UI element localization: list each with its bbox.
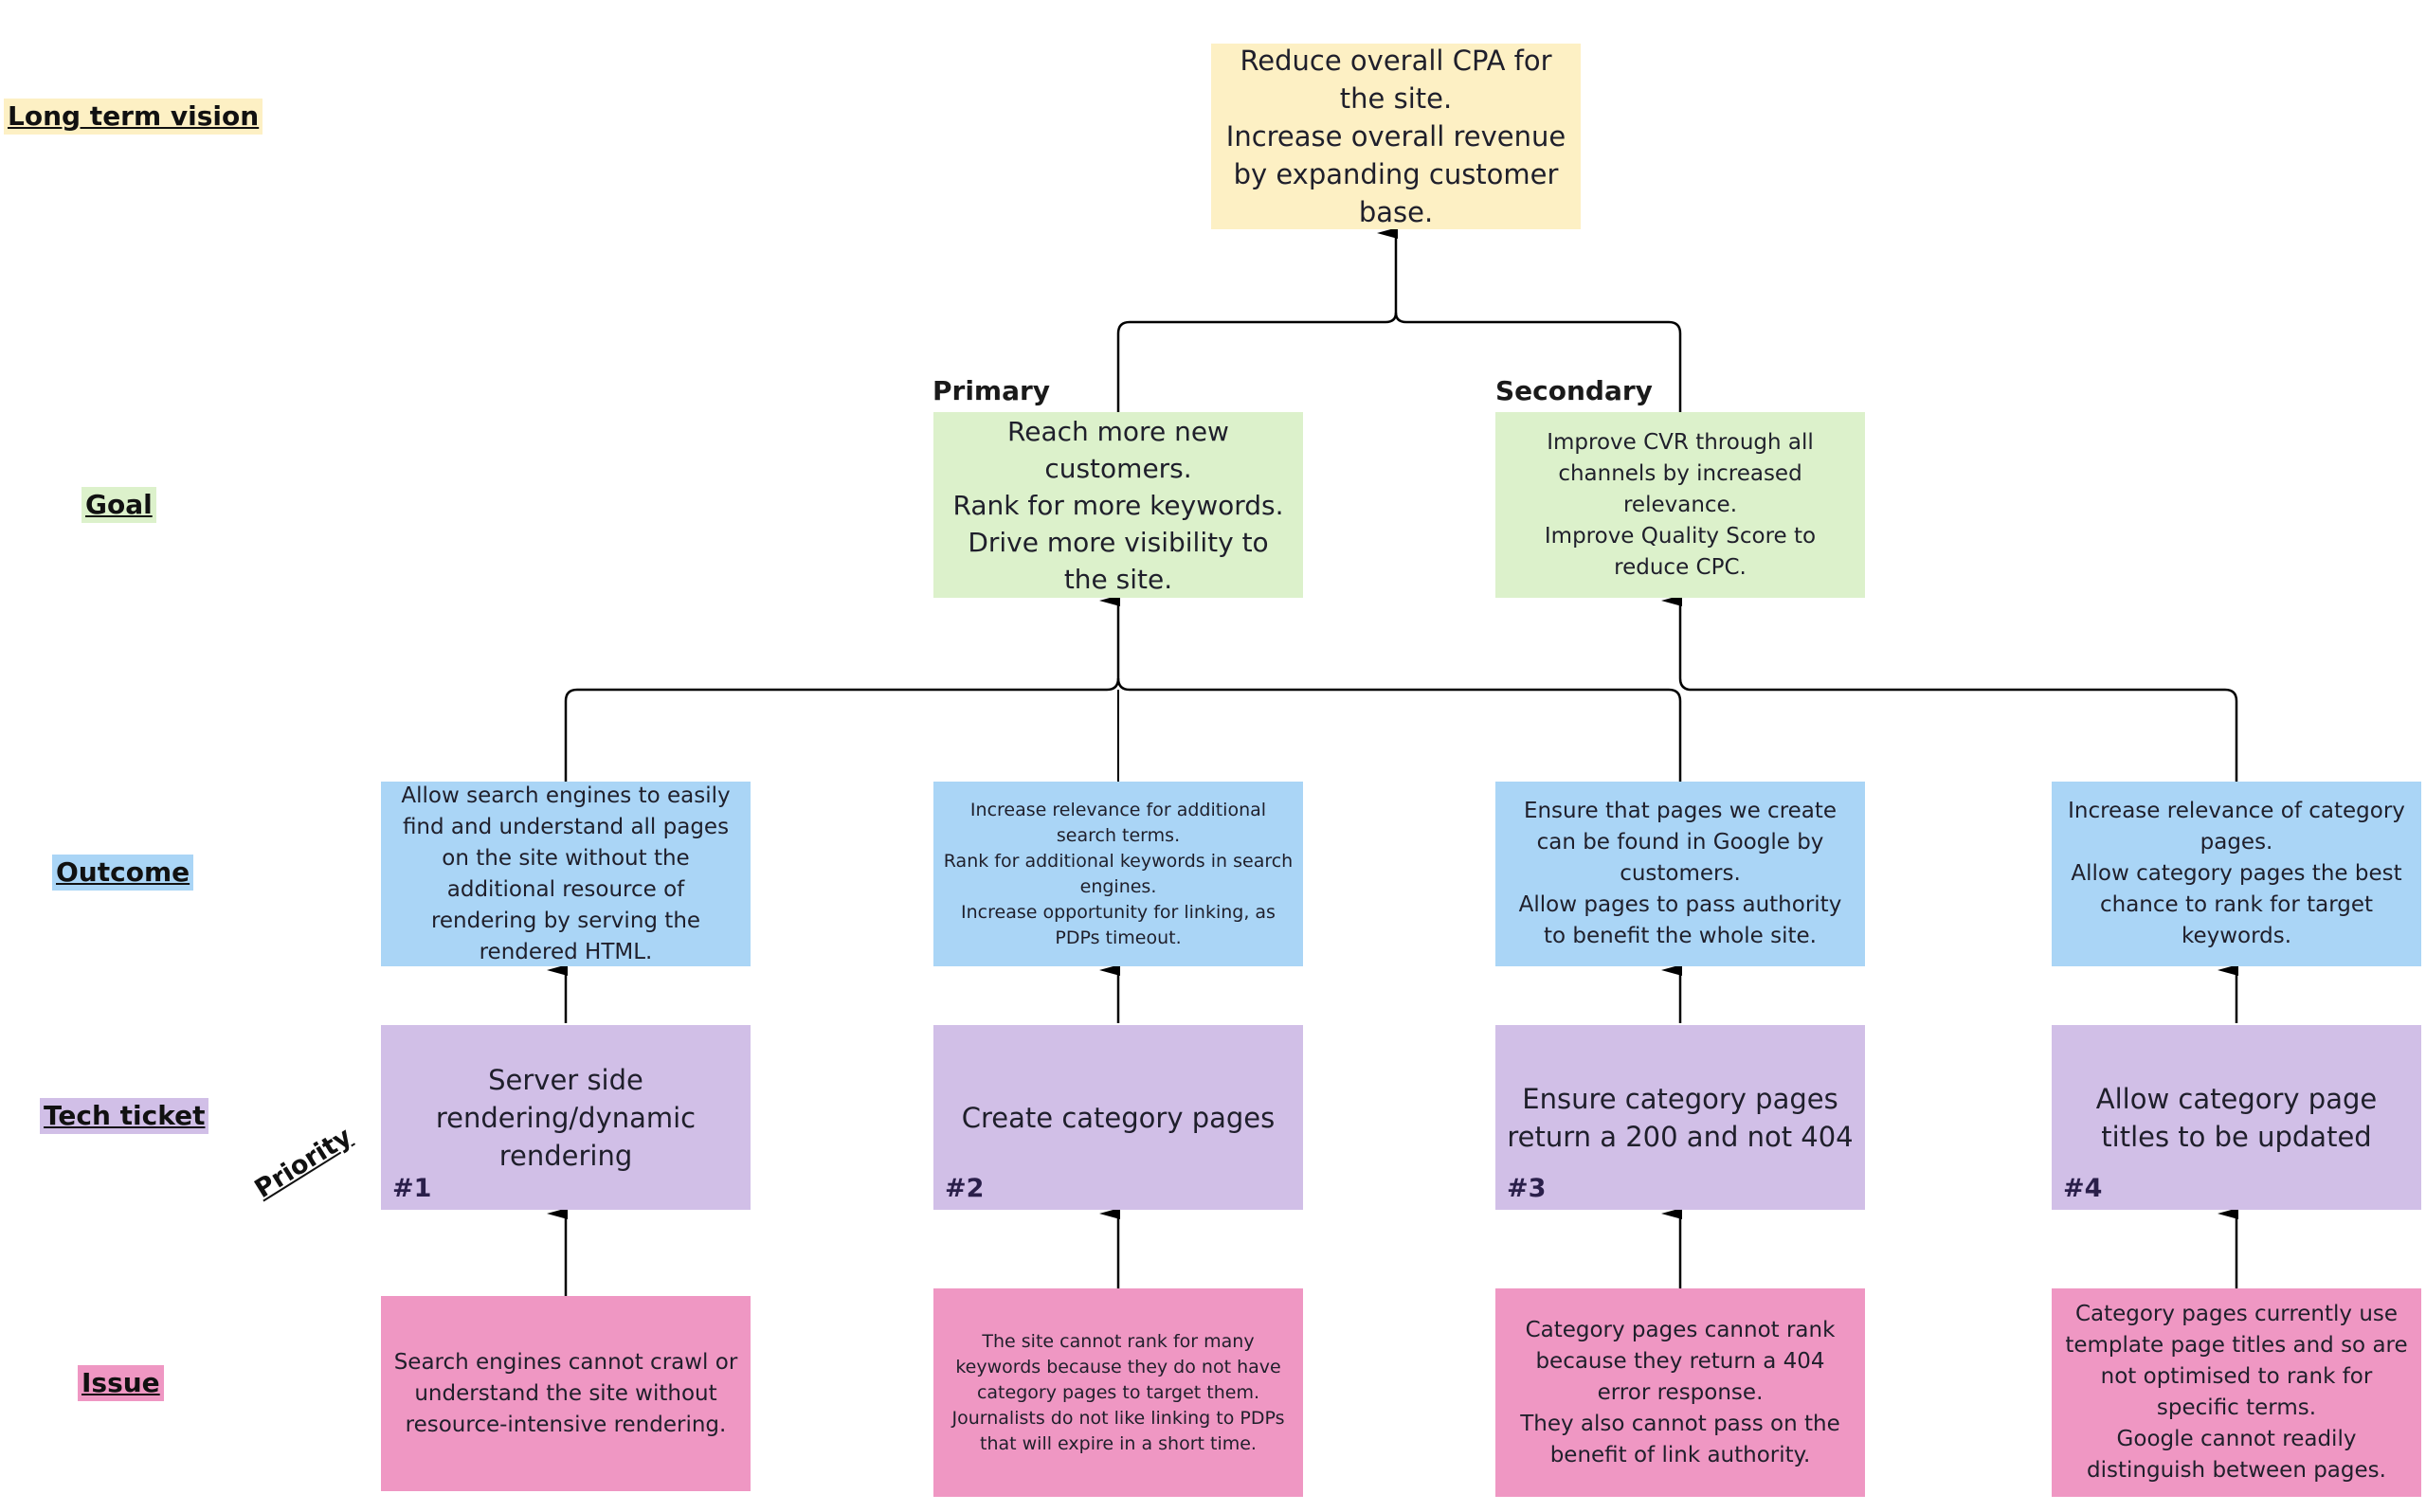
outcome-box-1[interactable]: Allow search engines to easily find and … (381, 782, 751, 966)
outcome-text: Increase relevance for additional search… (943, 799, 1294, 948)
connector-outcome3-to-primary (1116, 677, 1682, 782)
goal-tag-secondary: Secondary (1495, 375, 1653, 406)
outcome-box-2[interactable]: Increase relevance for additional search… (933, 782, 1303, 966)
priority-number: #2 (945, 1174, 985, 1203)
row-label-tech: Tech ticket (40, 1098, 209, 1134)
goal-tag-primary: Primary (932, 375, 1051, 406)
outcome-box-3[interactable]: Ensure that pages we create can be found… (1495, 782, 1865, 966)
goal-box-secondary[interactable]: Improve CVR through all channels by incr… (1495, 412, 1865, 598)
issue-box-2[interactable]: The site cannot rank for many keywords b… (933, 1288, 1303, 1497)
goal-text-primary: Reach more new customers. Rank for more … (952, 415, 1284, 595)
issue-text: The site cannot rank for many keywords b… (951, 1330, 1285, 1454)
tech-ticket-text: Ensure category pages return a 200 and n… (1507, 1082, 1854, 1153)
priority-number: #4 (2063, 1174, 2103, 1203)
outcome-text: Allow search engines to easily find and … (401, 783, 731, 964)
connector-outcome1-to-primary (564, 595, 1120, 782)
issue-text: Category pages currently use template pa… (2065, 1302, 2408, 1483)
tech-ticket-text: Server side rendering/dynamic rendering (435, 1063, 697, 1172)
outcome-text: Increase relevance of category pages. Al… (2068, 799, 2405, 948)
issue-box-4[interactable]: Category pages currently use template pa… (2052, 1288, 2421, 1497)
vision-text: Reduce overall CPA for the site. Increas… (1225, 45, 1566, 228)
row-label-vision: Long term vision (4, 99, 263, 135)
row-label-outcome: Outcome (52, 855, 194, 891)
outcome-text: Ensure that pages we create can be found… (1518, 799, 1842, 948)
tech-ticket-box-2[interactable]: Create category pages #2 (933, 1025, 1303, 1210)
priority-number: #3 (1507, 1174, 1547, 1203)
row-label-issue: Issue (78, 1365, 164, 1401)
tech-ticket-box-3[interactable]: Ensure category pages return a 200 and n… (1495, 1025, 1865, 1210)
tech-ticket-text: Create category pages (961, 1101, 1276, 1134)
connector-primary-to-vision (1116, 227, 1398, 412)
goal-box-primary[interactable]: Reach more new customers. Rank for more … (933, 412, 1303, 598)
tech-ticket-text: Allow category page titles to be updated (2095, 1082, 2378, 1153)
outcome-box-4[interactable]: Increase relevance of category pages. Al… (2052, 782, 2421, 966)
priority-number: #1 (392, 1174, 432, 1203)
goal-text-secondary: Improve CVR through all channels by incr… (1544, 429, 1817, 580)
row-label-goal: Goal (81, 487, 156, 523)
issue-box-1[interactable]: Search engines cannot crawl or understan… (381, 1296, 751, 1491)
issue-text: Search engines cannot crawl or understan… (393, 1349, 738, 1437)
issue-box-3[interactable]: Category pages cannot rank because they … (1495, 1288, 1865, 1497)
issue-text: Category pages cannot rank because they … (1520, 1317, 1840, 1467)
tech-ticket-box-4[interactable]: Allow category page titles to be updated… (2052, 1025, 2421, 1210)
connector-outcome4-to-secondary (1661, 595, 2238, 782)
vision-box[interactable]: Reduce overall CPA for the site. Increas… (1211, 44, 1581, 229)
tech-ticket-box-1[interactable]: Server side rendering/dynamic rendering … (381, 1025, 751, 1210)
